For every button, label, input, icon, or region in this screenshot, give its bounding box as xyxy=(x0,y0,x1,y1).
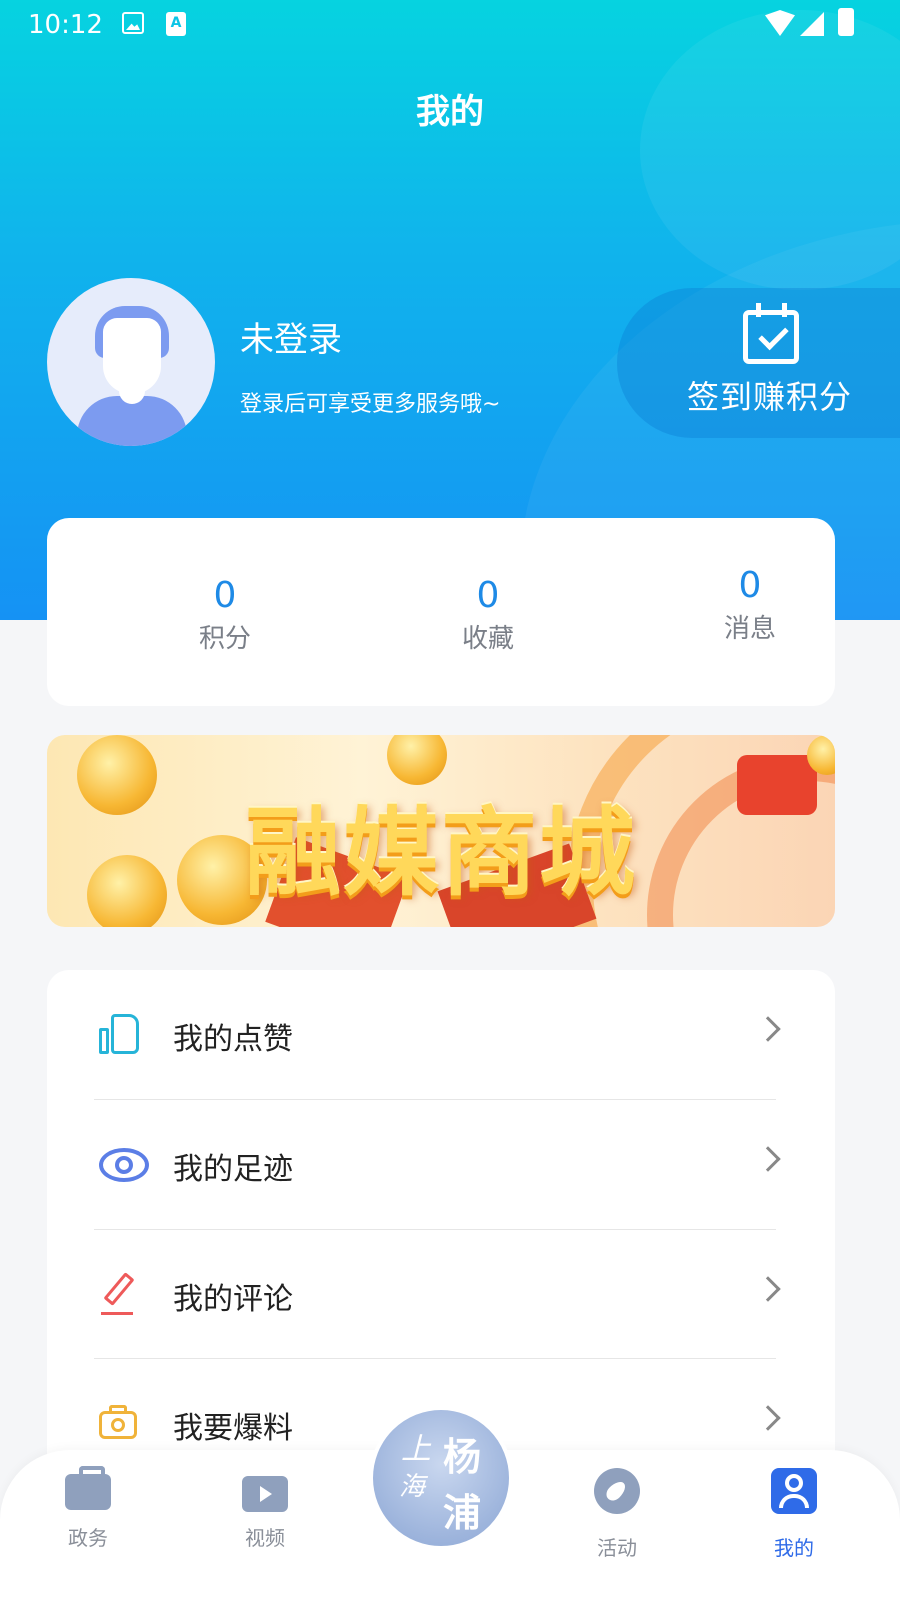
tv-icon xyxy=(242,1476,288,1512)
battery-icon xyxy=(838,8,854,36)
stat-points[interactable]: 0 积分 xyxy=(145,576,305,655)
eye-icon xyxy=(99,1142,149,1188)
tab-government[interactable]: 政务 xyxy=(38,1466,138,1551)
menu-item-label: 我的足迹 xyxy=(173,1152,293,1187)
stat-value: 0 xyxy=(738,565,762,606)
user-icon xyxy=(771,1468,817,1514)
signin-label: 签到赚积分 xyxy=(687,378,853,416)
stat-label: 积分 xyxy=(198,624,251,654)
tab-label: 政务 xyxy=(68,1526,108,1550)
tab-label: 活动 xyxy=(597,1536,637,1560)
briefcase-icon xyxy=(65,1466,111,1510)
menu-item-label: 我要爆料 xyxy=(173,1411,293,1446)
chevron-right-icon xyxy=(755,1276,781,1302)
stat-favorites[interactable]: 0 收藏 xyxy=(408,576,568,655)
tab-mine[interactable]: 我的 xyxy=(744,1468,844,1561)
menu-item-label: 我的点赞 xyxy=(173,1022,293,1057)
center-logo-button[interactable]: 上 海 杨 浦 xyxy=(369,1406,513,1550)
chevron-right-icon xyxy=(755,1405,781,1431)
camera-icon xyxy=(99,1401,145,1447)
menu-item-label: 我的评论 xyxy=(173,1282,293,1317)
logo-text: 上 xyxy=(401,1432,431,1467)
logo-text: 浦 xyxy=(443,1490,482,1535)
page-title: 我的 xyxy=(416,92,484,132)
logo-text: 海 xyxy=(399,1472,426,1502)
banner-title: 融媒商城 xyxy=(245,797,637,909)
wifi-icon xyxy=(765,10,795,36)
mall-banner[interactable]: 融媒商城 xyxy=(47,735,835,927)
tab-label: 我的 xyxy=(774,1536,814,1560)
calendar-check-icon xyxy=(743,303,799,364)
stat-label: 消息 xyxy=(723,614,776,644)
stat-value: 0 xyxy=(213,575,237,616)
thumbs-up-icon xyxy=(99,1012,145,1058)
chevron-right-icon xyxy=(755,1016,781,1042)
stat-messages[interactable]: 0 消息 xyxy=(670,566,830,645)
status-time: 10:12 xyxy=(28,10,103,40)
tab-label: 视频 xyxy=(245,1526,285,1550)
stats-card: 0 积分 0 收藏 0 消息 xyxy=(47,518,835,706)
pen-icon xyxy=(99,1272,145,1318)
signal-icon xyxy=(800,12,824,36)
logo-text: 杨 xyxy=(443,1434,482,1479)
menu-item-history[interactable]: 我的足迹 xyxy=(47,1100,835,1230)
chevron-right-icon xyxy=(755,1146,781,1172)
stat-label: 收藏 xyxy=(461,624,514,654)
status-bar: 10:12 A xyxy=(0,0,900,50)
menu-item-likes[interactable]: 我的点赞 xyxy=(47,970,835,1100)
stat-value: 0 xyxy=(476,575,500,616)
image-notification-icon xyxy=(122,12,144,34)
menu-item-comments[interactable]: 我的评论 xyxy=(47,1230,835,1360)
tab-activity[interactable]: 活动 xyxy=(567,1468,667,1561)
avatar[interactable] xyxy=(47,278,215,446)
login-status[interactable]: 未登录 xyxy=(240,312,342,361)
tab-video[interactable]: 视频 xyxy=(215,1468,315,1551)
login-hint: 登录后可享受更多服务哦~ xyxy=(240,392,501,417)
a-notification-icon: A xyxy=(166,12,186,36)
compass-icon xyxy=(594,1468,640,1514)
